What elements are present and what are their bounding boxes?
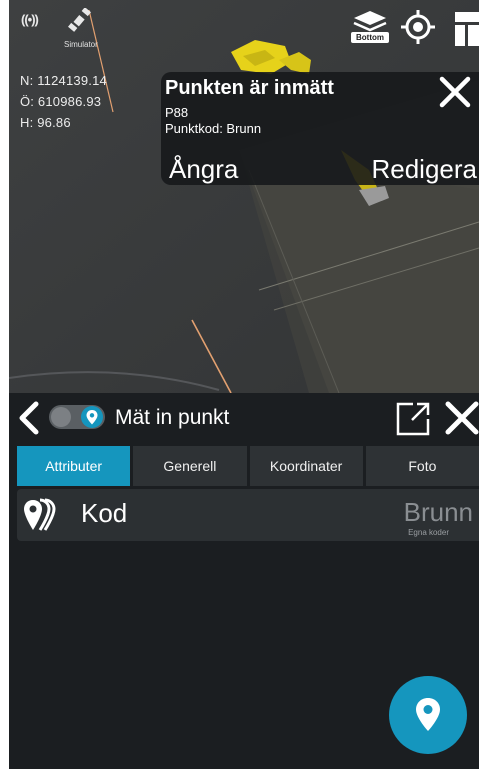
measured-toast: Punkten är inmätt P88 Punktkod: Brunn Ån…: [161, 72, 479, 185]
toast-close-button[interactable]: [439, 76, 471, 108]
app-window: ((•)) Simulator N: 1124139.14 Ö: 610986.…: [9, 0, 479, 769]
toast-title: Punkten är inmätt: [165, 77, 334, 99]
coordinate-north: N: 1124139.14: [20, 73, 107, 88]
external-link-icon: [396, 402, 430, 436]
edit-button[interactable]: Redigera: [371, 154, 477, 185]
toast-point-id: P88: [165, 105, 189, 120]
close-icon: [439, 76, 471, 108]
layers-icon: [353, 11, 387, 32]
point-mode-icon: [81, 406, 103, 428]
locate-button[interactable]: [401, 10, 435, 44]
panel-title: Mät in punkt: [115, 406, 230, 429]
close-icon: [445, 401, 479, 435]
code-pins-icon: [24, 498, 56, 531]
gps-signal-icon: ((•)): [21, 12, 39, 27]
panel-close-button[interactable]: [445, 401, 479, 435]
tab-bar: Attributer Generell Koordinater Foto: [17, 446, 479, 486]
layout-button[interactable]: [455, 12, 479, 46]
layers-tag: Bottom: [351, 32, 389, 43]
code-source-label: Egna koder: [408, 528, 449, 537]
satellite-icon: [68, 8, 91, 32]
line-mode-icon: [51, 407, 71, 427]
undo-button[interactable]: Ångra: [169, 154, 238, 185]
back-button[interactable]: [15, 401, 43, 435]
tab-foto[interactable]: Foto: [365, 446, 479, 486]
chevron-left-icon: [19, 401, 39, 435]
map-scene: [9, 0, 479, 393]
code-value: Brunn: [403, 497, 473, 527]
crosshair-icon: [401, 10, 435, 44]
simulator-label: Simulator: [64, 40, 98, 49]
layout-icon: [455, 12, 479, 46]
map-view[interactable]: ((•)) Simulator N: 1124139.14 Ö: 610986.…: [9, 0, 479, 393]
measure-point-fab[interactable]: [389, 676, 467, 754]
layers-button[interactable]: Bottom: [351, 10, 389, 44]
code-label: Kod: [81, 498, 128, 528]
mode-toggle[interactable]: [49, 405, 105, 429]
tab-attributer[interactable]: Attributer: [17, 446, 131, 486]
tab-generell[interactable]: Generell: [133, 446, 247, 486]
location-pin-icon: [416, 698, 440, 731]
popout-button[interactable]: [395, 401, 431, 437]
tab-koordinater[interactable]: Koordinater: [249, 446, 363, 486]
coordinate-height: H: 96.86: [20, 115, 71, 130]
code-row[interactable]: Kod Brunn Egna koder: [17, 489, 479, 541]
panel-header: Mät in punkt: [9, 393, 479, 443]
coordinate-east: Ö: 610986.93: [20, 94, 102, 109]
toast-point-code: Punktkod: Brunn: [165, 121, 262, 136]
